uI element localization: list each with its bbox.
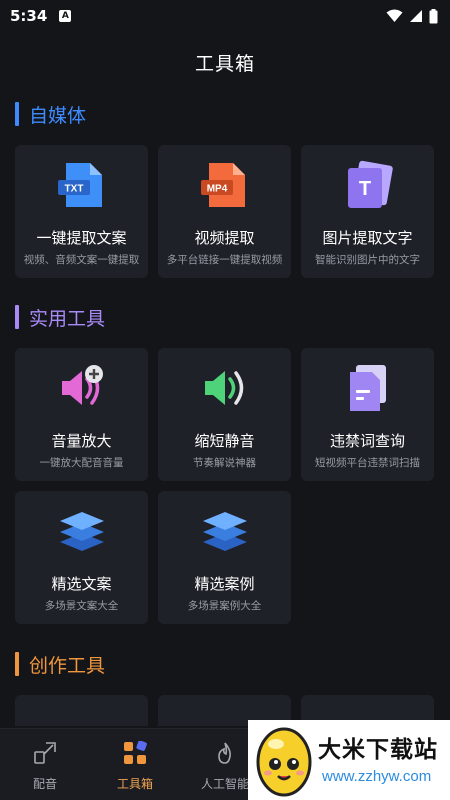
watermark-brand: 大米下载站 xyxy=(318,737,438,763)
tool-description: 多平台链接一键提取视频 xyxy=(166,254,283,266)
tool-card-volume-boost[interactable]: 音量放大 一键放大配音音量 xyxy=(15,348,148,481)
tool-card-featured-copy[interactable]: 精选文案 多场景文案大全 xyxy=(15,491,148,624)
tool-description: 短视频平台违禁词扫描 xyxy=(315,457,420,469)
section-accent-bar xyxy=(15,652,19,676)
tool-description: 多场景文案大全 xyxy=(44,600,119,612)
tool-name: 视频提取 xyxy=(194,229,255,247)
tool-card-banned-words[interactable]: 违禁词查询 短视频平台违禁词扫描 xyxy=(301,348,434,481)
watermark-banner[interactable]: 大米下载站 www.zzhyw.com xyxy=(248,720,450,800)
image-text-icon: T xyxy=(348,160,393,208)
volume-icon xyxy=(205,371,244,405)
tool-card-shorten-silence[interactable]: 缩短静音 节奏解说神器 xyxy=(158,348,291,481)
tool-card-featured-cases[interactable]: 精选案例 多场景案例大全 xyxy=(158,491,291,624)
page-title: 工具箱 xyxy=(194,52,255,75)
section-title: 自媒体 xyxy=(29,104,87,127)
volume-up-icon xyxy=(62,365,103,405)
tool-description: 智能识别图片中的文字 xyxy=(315,254,420,266)
tool-name: 音量放大 xyxy=(51,432,112,450)
tool-name: 缩短静音 xyxy=(194,432,255,450)
tab-label: 配音 xyxy=(32,777,57,791)
tool-card-video-extract[interactable]: MP4 视频提取 多平台链接一键提取视频 xyxy=(158,145,291,278)
tool-card-extract-copy[interactable]: TXT 一键提取文案 视频、音频文案一键提取 xyxy=(15,145,148,278)
document-check-icon xyxy=(350,365,386,411)
section-header-creation: 创作工具 xyxy=(15,650,105,678)
toolbox-icon xyxy=(124,741,147,764)
section-title: 创作工具 xyxy=(29,654,106,677)
app-bar: 工具箱 xyxy=(0,40,450,84)
tool-description: 一键放大配音音量 xyxy=(39,457,124,469)
mp4-file-icon: MP4 xyxy=(201,163,245,207)
tab-label: 工具箱 xyxy=(116,777,153,791)
section-header-utilities: 实用工具 xyxy=(15,303,105,331)
status-time: 5:34 xyxy=(10,7,48,25)
tool-name: 图片提取文字 xyxy=(322,229,413,247)
txt-file-icon: TXT xyxy=(58,163,102,207)
svg-text:T: T xyxy=(359,178,371,200)
tool-name: 精选文案 xyxy=(51,575,112,593)
section-accent-bar xyxy=(15,102,19,126)
svg-text:MP4: MP4 xyxy=(207,184,228,195)
layers-icon xyxy=(203,512,247,551)
tab-dubbing[interactable]: 配音 xyxy=(0,729,90,800)
status-bar: 5:34 A xyxy=(0,0,450,32)
browser-icon xyxy=(199,709,251,726)
tool-name: 一键提取文案 xyxy=(36,229,127,247)
tool-name: 违禁词查询 xyxy=(329,432,405,450)
section-accent-bar xyxy=(15,305,19,329)
tool-name: 精选案例 xyxy=(194,575,255,593)
template-icon xyxy=(56,709,108,726)
signal-icon xyxy=(410,10,422,22)
egg-mascot-logo xyxy=(256,727,312,797)
layers-icon xyxy=(60,512,104,551)
tool-description: 多场景案例大全 xyxy=(187,600,262,612)
tool-list[interactable]: 自媒体 TXT 一键提取文案 视频、音频文案一键提取 MP4 视频提取 多平台链… xyxy=(0,84,450,726)
watermark-url: www.zzhyw.com xyxy=(322,768,432,785)
battery-icon xyxy=(429,8,438,23)
notification-badge: A xyxy=(59,10,72,22)
tool-description: 节奏解说神器 xyxy=(193,457,256,469)
tool-card-creation-1[interactable] xyxy=(15,695,148,726)
flame-icon xyxy=(218,742,231,764)
tool-card-image-text[interactable]: T 图片提取文字 智能识别图片中的文字 xyxy=(301,145,434,278)
section-header-media: 自媒体 xyxy=(15,100,86,128)
wifi-icon xyxy=(386,9,403,22)
dubbing-icon xyxy=(34,742,56,764)
section-title: 实用工具 xyxy=(29,307,106,330)
svg-text:TXT: TXT xyxy=(65,184,84,195)
tab-toolbox[interactable]: 工具箱 xyxy=(90,729,180,800)
tool-description: 视频、音频文案一键提取 xyxy=(23,254,140,266)
